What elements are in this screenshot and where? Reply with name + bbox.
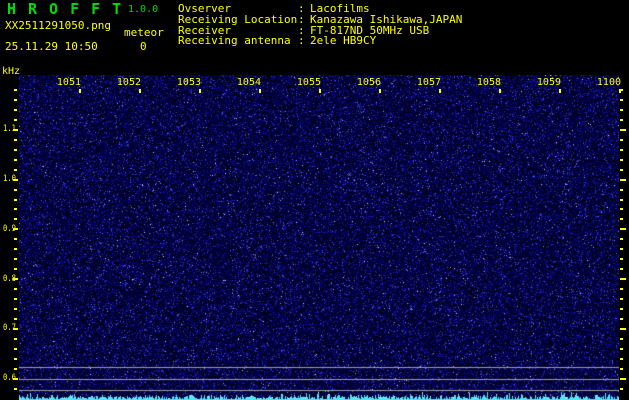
freq-tick-mark-right <box>620 288 623 291</box>
freq-tick-mark-right <box>620 298 623 301</box>
freq-tick-mark <box>14 218 17 221</box>
app-title: HROFFT <box>7 0 134 18</box>
freq-tick-mark-right <box>620 238 623 241</box>
mode-label: meteor <box>124 26 164 39</box>
time-tick-mark <box>559 89 561 93</box>
time-tick-label: 1055 <box>296 77 321 88</box>
station-row-antenna: Receiving antenna: 2ele HB9CY <box>178 34 462 48</box>
freq-tick-mark <box>14 317 17 320</box>
freq-tick-mark <box>13 278 18 281</box>
freq-tick-mark-right <box>620 128 626 131</box>
freq-tick-mark <box>14 118 17 121</box>
station-value: 2ele HB9CY <box>310 34 377 48</box>
timestamp-label: 25.11.29 10:50 <box>5 40 98 53</box>
freq-tick-mark-right <box>620 258 623 261</box>
freq-tick-mark-right <box>620 347 623 350</box>
freq-tick-mark <box>14 138 17 141</box>
khz-unit-label: kHz <box>2 66 21 77</box>
time-tick-label: 1052 <box>116 77 141 88</box>
freq-tick-mark-right <box>620 248 623 251</box>
time-tick-label: 1051 <box>56 77 81 88</box>
time-tick-label: 1059 <box>536 77 561 88</box>
freq-tick-mark <box>13 128 18 131</box>
freq-tick-mark-right <box>620 357 623 360</box>
freq-tick-mark <box>14 258 17 261</box>
freq-tick-mark <box>14 298 17 301</box>
freq-tick-mark <box>14 357 17 360</box>
freq-tick-mark <box>14 89 17 91</box>
freq-tick-mark-right <box>620 228 626 231</box>
freq-tick-mark-right <box>620 337 623 340</box>
freq-tick-mark-right <box>620 158 623 161</box>
freq-tick-mark <box>13 377 18 380</box>
time-tick-mark <box>139 89 141 93</box>
freq-tick-mark-right <box>620 168 623 171</box>
station-colon: : <box>298 34 312 48</box>
freq-tick-mark-right <box>620 218 623 221</box>
freq-tick-mark-right <box>620 138 623 141</box>
time-tick-label: 1054 <box>236 77 261 88</box>
time-tick-mark <box>259 89 261 93</box>
freq-tick-mark-right <box>620 89 623 91</box>
freq-tick-mark-right <box>620 308 623 310</box>
freq-tick-mark-right <box>620 148 623 151</box>
time-tick-mark <box>79 89 81 93</box>
freq-tick-mark <box>14 367 17 370</box>
time-tick-mark <box>319 89 321 93</box>
freq-tick-mark <box>14 308 17 310</box>
time-tick-mark <box>499 89 501 93</box>
freq-tick-mark-right <box>620 387 623 390</box>
time-tick-mark <box>199 89 201 93</box>
freq-tick-mark-right <box>620 367 623 370</box>
time-tick-mark <box>439 89 441 93</box>
freq-tick-mark <box>14 158 17 161</box>
freq-tick-mark-right <box>620 178 626 181</box>
time-tick-label: 1057 <box>416 77 441 88</box>
freq-tick-mark <box>14 148 17 151</box>
freq-tick-mark <box>14 238 17 241</box>
station-info: Ovserver: Lacofilms Receiving Location: … <box>178 3 462 48</box>
station-label: Receiving antenna <box>178 34 291 48</box>
time-tick-label: 1058 <box>476 77 501 88</box>
freq-tick-mark-right <box>620 208 623 211</box>
freq-tick-mark-right <box>620 327 626 330</box>
time-tick-label: 1053 <box>176 77 201 88</box>
spectrogram-canvas <box>19 75 619 400</box>
freq-tick-mark <box>14 268 17 271</box>
freq-tick-mark-right <box>620 377 626 380</box>
freq-tick-mark <box>14 288 17 291</box>
freq-tick-mark <box>14 168 17 171</box>
freq-tick-mark <box>14 337 17 340</box>
time-tick-label: 1100 <box>596 77 621 88</box>
freq-tick-mark-right <box>620 317 623 320</box>
freq-tick-mark-right <box>620 98 623 101</box>
freq-tick-mark <box>14 347 17 350</box>
freq-tick-mark <box>14 387 17 390</box>
freq-tick-mark-right <box>620 198 623 201</box>
freq-tick-mark <box>13 327 18 330</box>
freq-tick-mark <box>14 198 17 201</box>
freq-tick-mark <box>13 178 18 181</box>
freq-tick-mark <box>14 188 17 191</box>
freq-tick-mark <box>14 248 17 251</box>
freq-tick-mark-right <box>620 188 623 191</box>
freq-tick-mark <box>14 208 17 211</box>
echo-count: 0 <box>140 40 147 53</box>
time-tick-label: 1056 <box>356 77 381 88</box>
app-version: 1.0.0 <box>128 4 159 15</box>
freq-tick-mark-right <box>620 278 626 281</box>
freq-tick-mark <box>14 108 17 111</box>
freq-tick-mark-right <box>620 268 623 271</box>
freq-tick-mark <box>13 228 18 231</box>
filename-label: XX2511291050.png <box>5 19 111 32</box>
freq-tick-mark-right <box>620 108 623 111</box>
freq-tick-mark-right <box>620 118 623 121</box>
time-tick-mark <box>379 89 381 93</box>
freq-tick-mark <box>14 98 17 101</box>
hrofft-window: HROFFT 1.0.0 XX2511291050.png meteor 25.… <box>0 0 629 400</box>
